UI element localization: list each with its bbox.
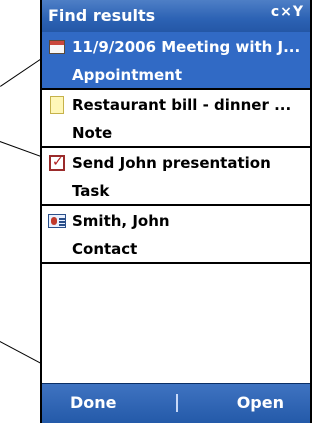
calendar-icon (48, 38, 66, 56)
title-bar: Find results c×Y (42, 0, 310, 32)
result-title: Smith, John (72, 212, 170, 230)
note-icon (48, 96, 66, 114)
softkey-divider (176, 394, 178, 412)
result-title: Send John presentation (72, 154, 271, 172)
result-item-appointment[interactable]: 11/9/2006 Meeting with J... Appointment (42, 32, 310, 90)
result-type: Task (72, 182, 110, 200)
result-title: 11/9/2006 Meeting with J... (72, 38, 301, 56)
open-button[interactable]: Open (237, 393, 284, 412)
result-type: Contact (72, 240, 138, 258)
task-icon (48, 154, 66, 172)
device-screen: Find results c×Y 11/9/2006 Meeting with … (40, 0, 312, 423)
result-item-note[interactable]: Restaurant bill - dinner ... Note (42, 90, 310, 148)
results-list: 11/9/2006 Meeting with J... Appointment … (42, 32, 310, 264)
result-item-task[interactable]: Send John presentation Task (42, 148, 310, 206)
softkey-bar: Done Open (42, 383, 310, 423)
done-button[interactable]: Done (70, 393, 117, 412)
status-icons: c×Y (270, 4, 304, 20)
result-type: Appointment (72, 66, 183, 84)
window-title: Find results (48, 6, 156, 25)
empty-list-area (42, 264, 310, 356)
contact-icon (48, 212, 66, 230)
result-type: Note (72, 124, 113, 142)
result-title: Restaurant bill - dinner ... (72, 96, 292, 114)
result-item-contact[interactable]: Smith, John Contact (42, 206, 310, 264)
